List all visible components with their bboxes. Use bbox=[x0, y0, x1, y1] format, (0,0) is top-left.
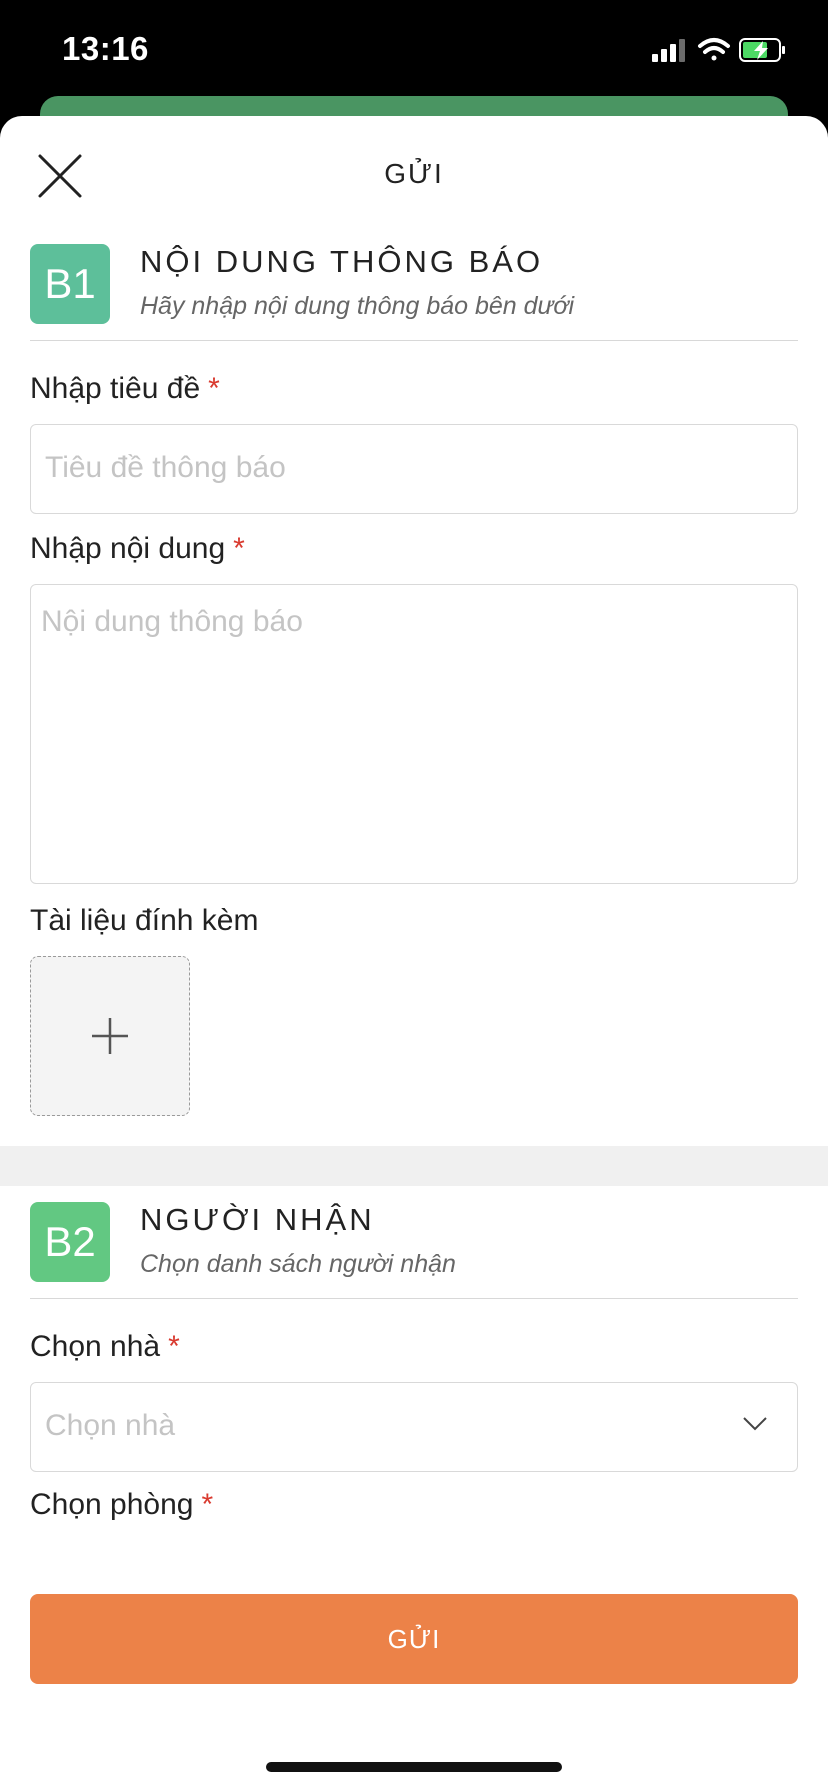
section-subtitle: Hãy nhập nội dung thông báo bên dưới bbox=[140, 292, 575, 320]
room-field-label: Chọn phòng * bbox=[30, 1488, 213, 1522]
send-notification-sheet: GỬI B1 NỘI DUNG THÔNG BÁO Hãy nhập nội d… bbox=[0, 116, 828, 1792]
house-select[interactable]: Chọn nhà bbox=[30, 1382, 798, 1472]
house-select-placeholder: Chọn nhà bbox=[45, 1409, 176, 1442]
required-mark: * bbox=[208, 372, 220, 405]
section-title: NỘI DUNG THÔNG BÁO bbox=[140, 244, 544, 279]
battery-charging-icon bbox=[739, 38, 785, 62]
title-field-label: Nhập tiêu đề * bbox=[30, 372, 220, 406]
title-input-placeholder: Tiêu đề thông báo bbox=[45, 451, 286, 484]
attachment-label: Tài liệu đính kèm bbox=[30, 904, 259, 937]
wifi-icon bbox=[698, 38, 730, 61]
status-icons bbox=[652, 36, 792, 66]
content-textarea[interactable]: Nội dung thông báo bbox=[30, 584, 798, 884]
status-time: 13:16 bbox=[62, 30, 149, 67]
section-subtitle: Chọn danh sách người nhận bbox=[140, 1250, 456, 1278]
step-badge-b1: B1 bbox=[30, 244, 110, 324]
sheet-title: GỬI bbox=[384, 158, 444, 189]
house-label-text: Chọn nhà bbox=[30, 1330, 161, 1363]
section-title: NGƯỜI NHẬN bbox=[140, 1202, 375, 1237]
home-indicator bbox=[266, 1762, 562, 1772]
add-attachment-button[interactable] bbox=[30, 956, 190, 1116]
chevron-down-icon bbox=[743, 1417, 767, 1431]
title-label-text: Nhập tiêu đề bbox=[30, 372, 201, 405]
title-input[interactable]: Tiêu đề thông báo bbox=[30, 424, 798, 514]
plus-icon bbox=[92, 1018, 128, 1054]
section-recipient-header: B2 NGƯỜI NHẬN Chọn danh sách người nhận bbox=[30, 1202, 798, 1299]
required-mark: * bbox=[233, 532, 245, 565]
content-textarea-placeholder: Nội dung thông báo bbox=[41, 605, 303, 638]
room-label-text: Chọn phòng bbox=[30, 1488, 194, 1521]
signal-icon bbox=[652, 39, 685, 62]
content-field-label: Nhập nội dung * bbox=[30, 532, 245, 566]
section-content-header: B1 NỘI DUNG THÔNG BÁO Hãy nhập nội dung … bbox=[30, 244, 798, 341]
step-badge-b2: B2 bbox=[30, 1202, 110, 1282]
required-mark: * bbox=[168, 1330, 180, 1363]
content-label-text: Nhập nội dung bbox=[30, 532, 226, 565]
section-divider bbox=[0, 1146, 828, 1186]
status-bar: 13:16 bbox=[0, 0, 828, 100]
submit-button[interactable]: GỬI bbox=[30, 1594, 798, 1684]
required-mark: * bbox=[201, 1488, 214, 1521]
house-field-label: Chọn nhà * bbox=[30, 1330, 180, 1364]
